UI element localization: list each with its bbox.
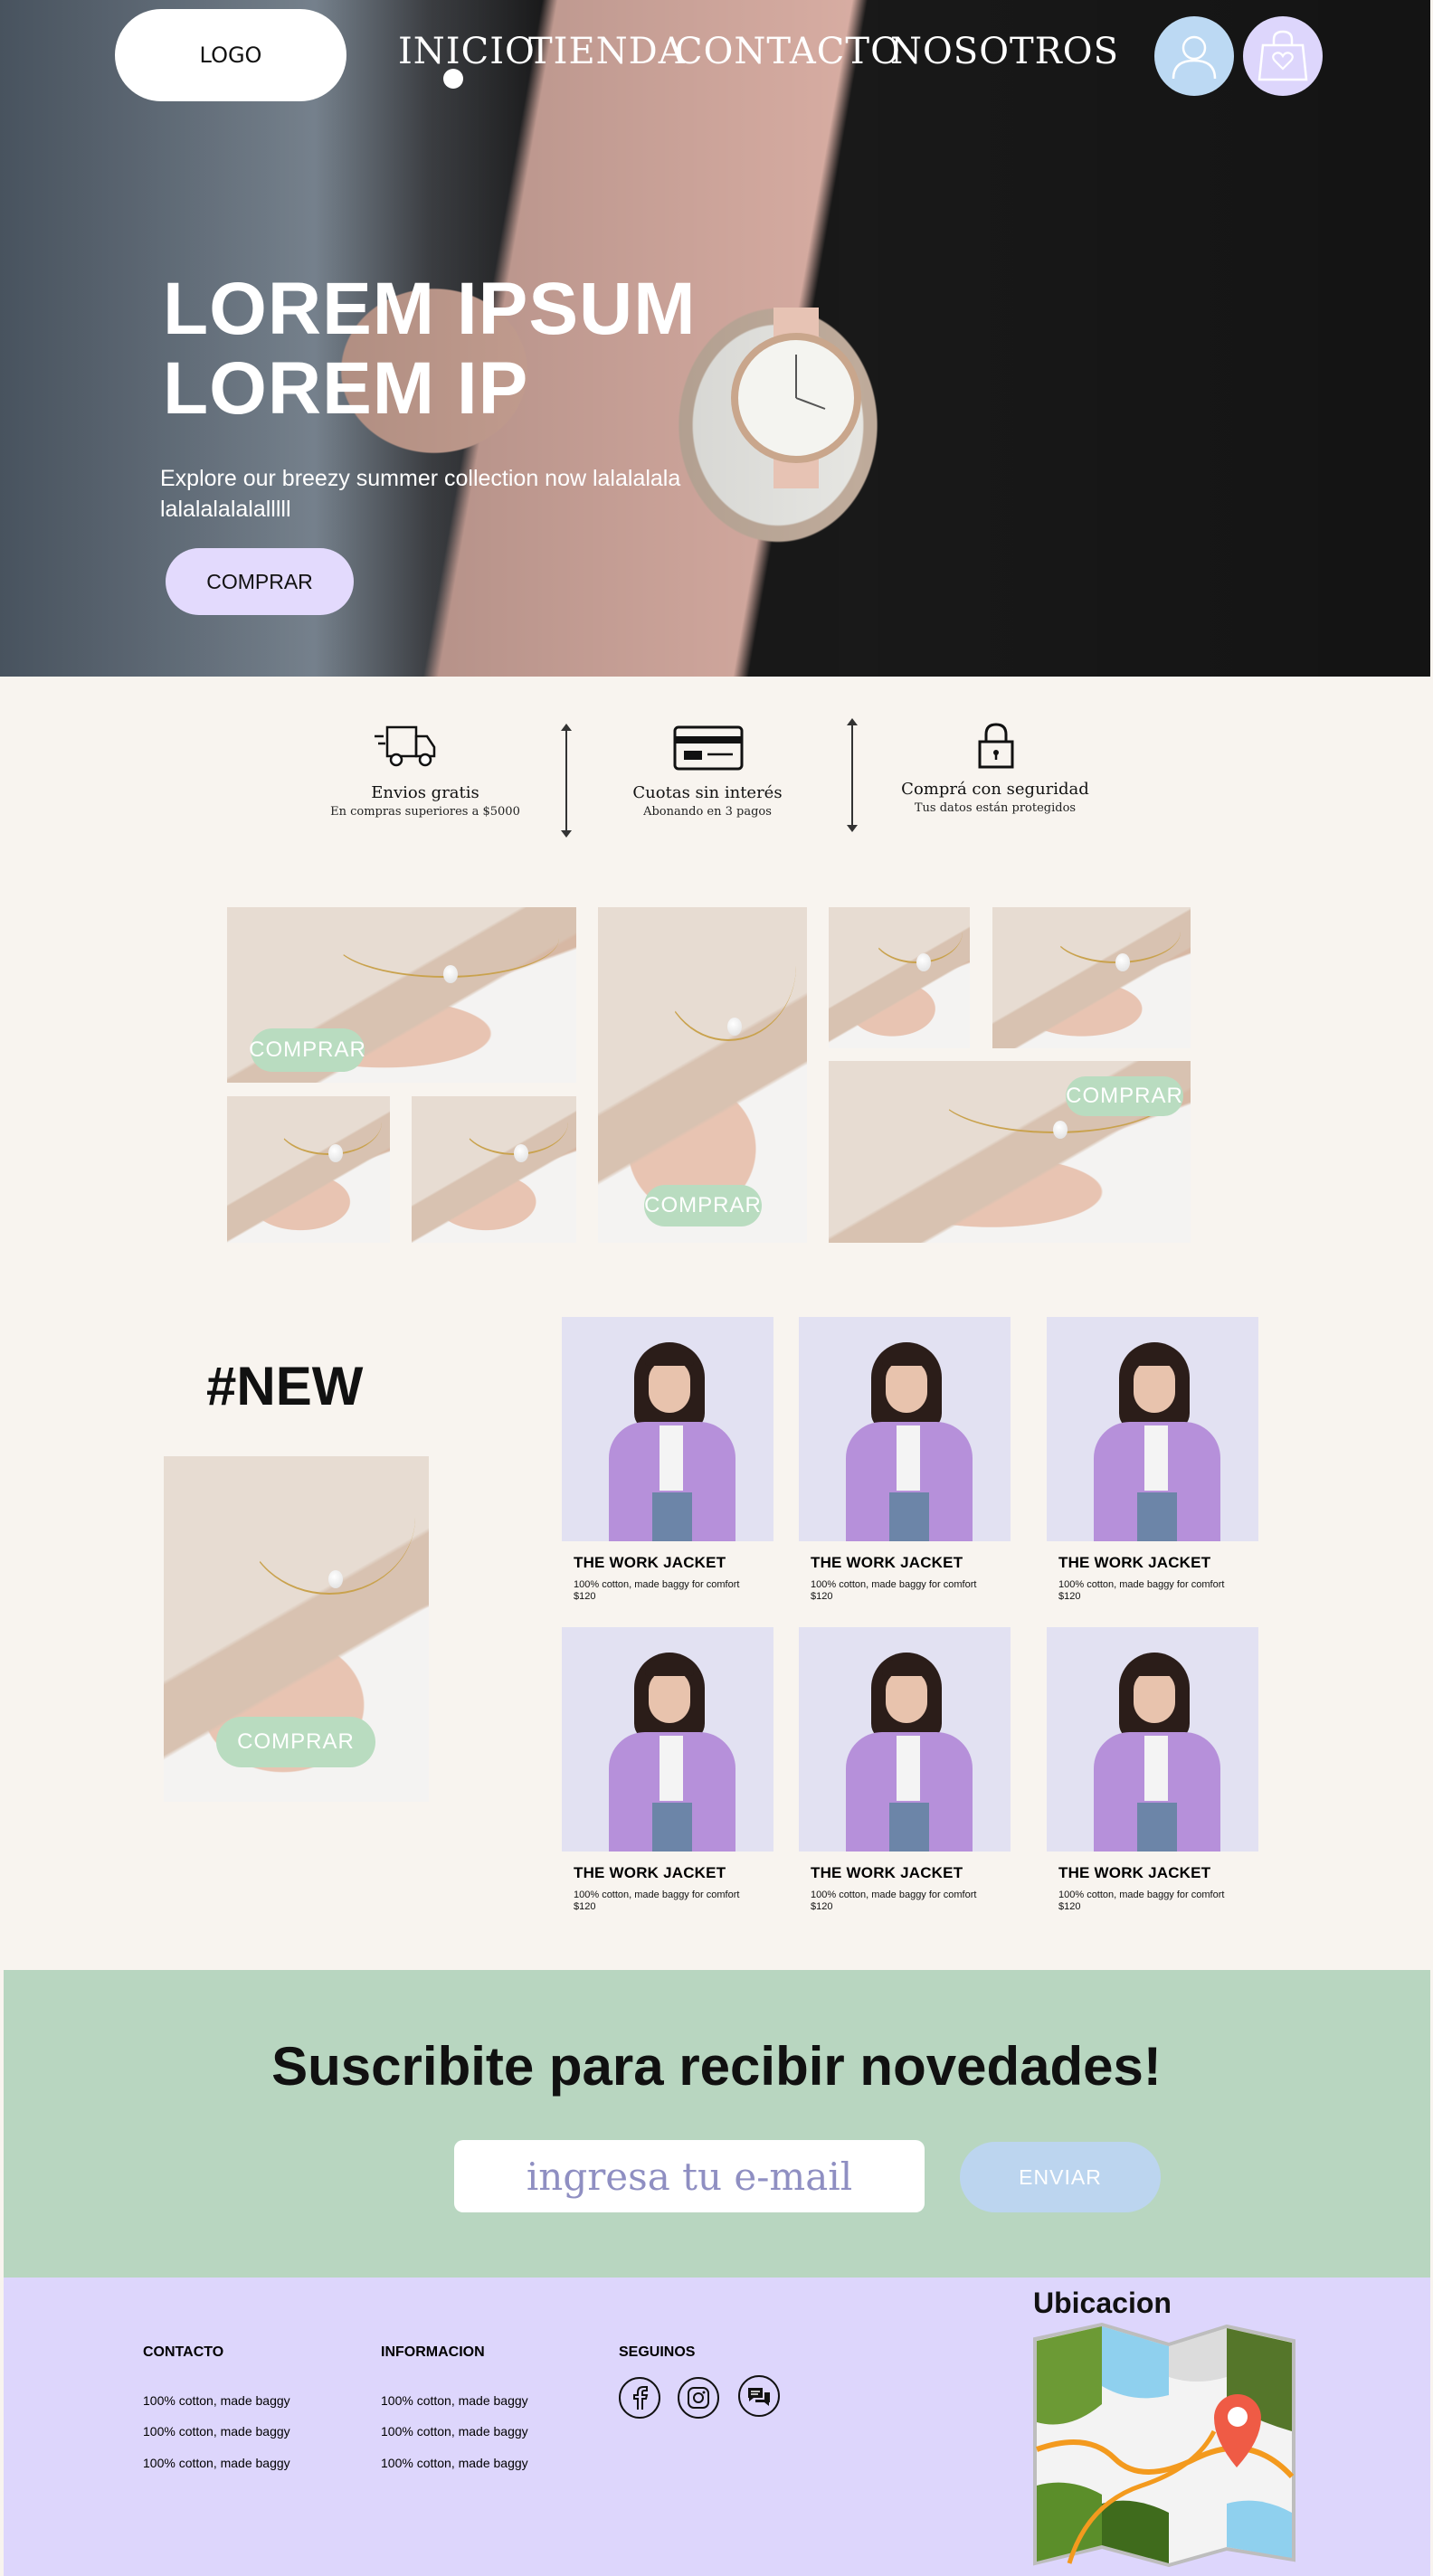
footer-contact-heading: CONTACTO <box>143 2344 224 2360</box>
hero-title-line-1: LOREM IPSUM <box>163 268 697 350</box>
footer-contact-link[interactable]: 100% cotton, made baggy <box>143 2393 290 2408</box>
product-name[interactable]: THE WORK JACKET <box>1058 1864 1210 1882</box>
product-price: $120 <box>1058 1901 1081 1912</box>
gallery-buy-button[interactable]: COMPRAR <box>249 1028 365 1072</box>
product-image[interactable] <box>562 1317 773 1541</box>
new-section-title: #NEW <box>206 1356 364 1416</box>
product-image[interactable] <box>799 1627 1011 1852</box>
chat-button[interactable] <box>738 2375 780 2417</box>
hero-buy-button[interactable]: COMPRAR <box>166 548 354 615</box>
footer-contact-link[interactable]: 100% cotton, made baggy <box>143 2456 290 2470</box>
product-description: 100% cotton, made baggy for comfort <box>811 1889 977 1900</box>
map-icon[interactable] <box>1033 2323 1295 2567</box>
lock-icon <box>978 723 1014 769</box>
product-name[interactable]: THE WORK JACKET <box>574 1864 726 1882</box>
new-buy-button[interactable]: COMPRAR <box>216 1717 375 1767</box>
benefit-title: Cuotas sin interés <box>632 783 783 802</box>
product-image[interactable] <box>1047 1627 1258 1852</box>
footer-social-heading: SEGUINOS <box>619 2344 696 2360</box>
newsletter-section <box>4 1970 1430 2278</box>
product-description: 100% cotton, made baggy for comfort <box>574 1579 740 1590</box>
credit-card-icon <box>673 725 744 771</box>
divider <box>847 718 858 832</box>
gallery-image[interactable] <box>412 1096 576 1243</box>
facebook-icon <box>633 2386 649 2410</box>
gallery-image[interactable] <box>227 1096 390 1243</box>
hero-title: LOREM IPSUM LOREM IP <box>163 270 796 429</box>
hero-subtitle: Explore our breezy summer collection now… <box>160 463 703 525</box>
product-price: $120 <box>574 1591 596 1602</box>
benefit-title: Comprá con seguridad <box>901 780 1089 799</box>
product-price: $120 <box>811 1591 833 1602</box>
product-description: 100% cotton, made baggy for comfort <box>574 1889 740 1900</box>
gallery-image[interactable] <box>829 907 970 1048</box>
product-price: $120 <box>811 1901 833 1912</box>
benefit-title: Envios gratis <box>371 783 479 802</box>
footer-contact-link[interactable]: 100% cotton, made baggy <box>143 2424 290 2439</box>
shopping-bag-heart-icon <box>1257 30 1308 81</box>
product-image[interactable] <box>562 1627 773 1852</box>
benefit-subtitle: En compras superiores a $5000 <box>330 805 520 819</box>
newsletter-title: Suscribite para recibir novedades! <box>271 2036 1162 2097</box>
divider <box>561 724 572 838</box>
nav-inicio[interactable]: INICIO <box>398 31 536 72</box>
product-description: 100% cotton, made baggy for comfort <box>811 1579 977 1590</box>
benefit-secure: Comprá con seguridad Tus datos están pro… <box>868 780 1122 815</box>
location-heading: Ubicacion <box>1033 2287 1172 2319</box>
instagram-button[interactable] <box>678 2377 719 2419</box>
cart-button[interactable] <box>1243 16 1323 96</box>
hero-subtitle-line-1: Explore our breezy summer collection now… <box>160 466 681 491</box>
product-price: $120 <box>1058 1591 1081 1602</box>
product-name[interactable]: THE WORK JACKET <box>811 1554 963 1572</box>
hero-title-line-2: LOREM IP <box>163 347 529 430</box>
benefit-subtitle: Abonando en 3 pagos <box>643 805 772 819</box>
instagram-icon <box>688 2387 709 2409</box>
footer-info-link[interactable]: 100% cotton, made baggy <box>381 2456 528 2470</box>
benefit-installments: Cuotas sin interés Abonando en 3 pagos <box>581 783 834 819</box>
product-image[interactable] <box>799 1317 1011 1541</box>
email-input[interactable] <box>454 2140 925 2212</box>
facebook-button[interactable] <box>619 2377 660 2419</box>
user-icon <box>1172 35 1217 80</box>
gallery-buy-button[interactable]: COMPRAR <box>1066 1076 1183 1116</box>
footer-info-link[interactable]: 100% cotton, made baggy <box>381 2424 528 2439</box>
truck-icon <box>375 725 436 767</box>
nav-nosotros[interactable]: NOSOTROS <box>890 31 1119 72</box>
product-image[interactable] <box>1047 1317 1258 1541</box>
product-name[interactable]: THE WORK JACKET <box>811 1864 963 1882</box>
nav-active-indicator <box>443 69 463 89</box>
footer-info-link[interactable]: 100% cotton, made baggy <box>381 2393 528 2408</box>
footer-info-heading: INFORMACION <box>381 2344 485 2360</box>
product-description: 100% cotton, made baggy for comfort <box>1058 1889 1225 1900</box>
product-price: $120 <box>574 1901 596 1912</box>
chat-icon <box>748 2388 770 2406</box>
benefit-free-shipping: Envios gratis En compras superiores a $5… <box>299 783 552 819</box>
nav-contacto[interactable]: CONTACTO <box>675 31 901 72</box>
send-button[interactable]: ENVIAR <box>960 2142 1161 2212</box>
benefit-subtitle: Tus datos están protegidos <box>914 801 1077 815</box>
product-name[interactable]: THE WORK JACKET <box>1058 1554 1210 1572</box>
nav-tienda[interactable]: TIENDA <box>528 31 686 72</box>
product-description: 100% cotton, made baggy for comfort <box>1058 1579 1225 1590</box>
gallery-image[interactable] <box>992 907 1191 1048</box>
hero-subtitle-line-2: lalalalalalalllll <box>160 497 291 522</box>
logo[interactable]: LOGO <box>115 9 346 101</box>
product-name[interactable]: THE WORK JACKET <box>574 1554 726 1572</box>
account-button[interactable] <box>1154 16 1234 96</box>
gallery-buy-button[interactable]: COMPRAR <box>644 1185 762 1226</box>
hero-banner: LOGO INICIO TIENDA CONTACTO NOSOTROS LOR… <box>0 0 1430 677</box>
